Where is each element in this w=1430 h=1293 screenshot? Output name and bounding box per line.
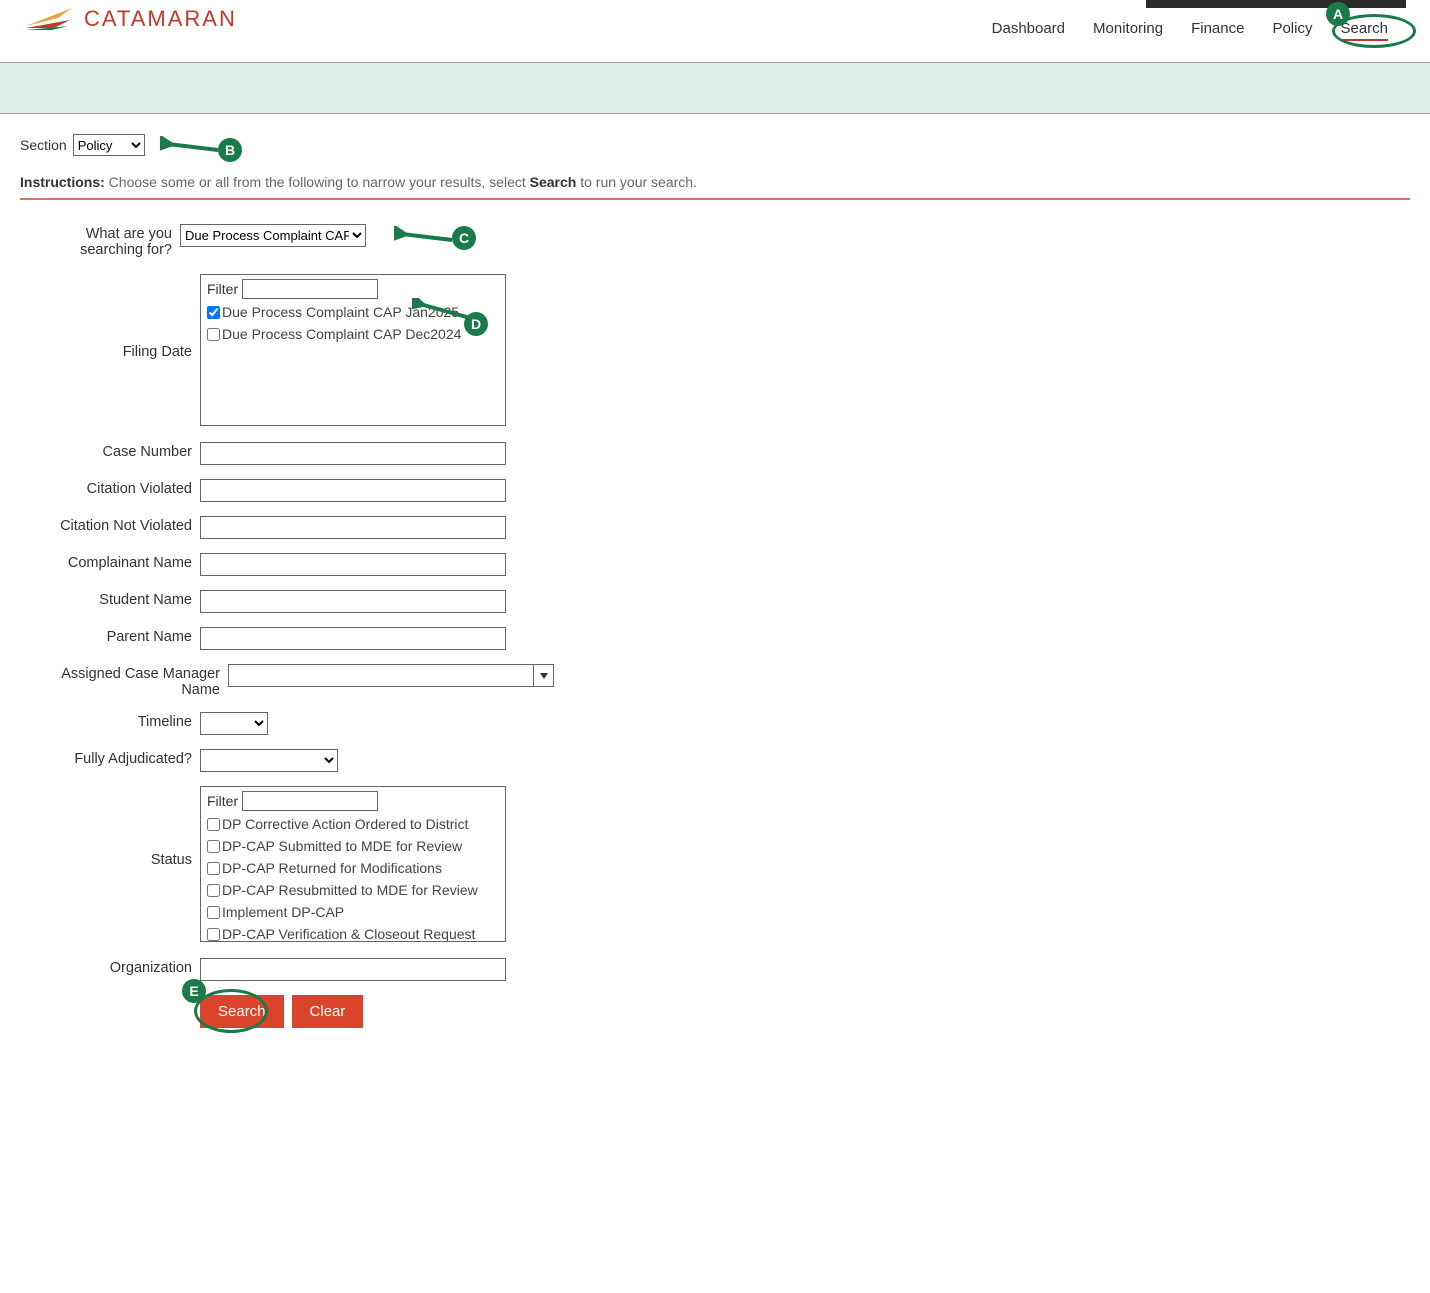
instructions-text-post: to run your search. (576, 174, 697, 190)
section-select[interactable]: Policy (73, 134, 145, 156)
status-option-4-label: Implement DP-CAP (222, 904, 344, 920)
instructions-label: Instructions: (20, 174, 105, 190)
nav-search[interactable]: Search (1340, 20, 1388, 41)
status-option-2-label: DP-CAP Returned for Modifications (222, 860, 442, 876)
status-filter-input[interactable] (242, 791, 378, 811)
status-checkbox-2[interactable] (207, 862, 220, 875)
content: Section Policy B Instructions: Choose so… (0, 114, 1430, 1068)
chevron-down-icon (540, 673, 548, 679)
row-student-name: Student Name (20, 590, 1410, 613)
complainant-name-input[interactable] (200, 553, 506, 576)
status-checkbox-3[interactable] (207, 884, 220, 897)
fully-adjudicated-select[interactable] (200, 749, 338, 772)
row-citation-not-violated: Citation Not Violated (20, 516, 1410, 539)
assigned-cm-input[interactable] (228, 664, 534, 687)
status-option-4[interactable]: Implement DP-CAP (207, 901, 499, 923)
citation-not-violated-input[interactable] (200, 516, 506, 539)
organization-label: Organization (20, 958, 200, 976)
status-option-3-label: DP-CAP Resubmitted to MDE for Review (222, 882, 478, 898)
nav-finance[interactable]: Finance (1191, 20, 1244, 41)
status-checkbox-0[interactable] (207, 818, 220, 831)
sub-header-band (0, 62, 1430, 114)
row-timeline: Timeline (20, 712, 1410, 735)
status-filter-label: Filter (207, 793, 238, 809)
annotation-c-arrow (394, 226, 460, 248)
timeline-select[interactable] (200, 712, 268, 735)
status-option-5-label: DP-CAP Verification & Closeout Request S… (207, 926, 475, 942)
instructions: Instructions: Choose some or all from th… (20, 174, 1410, 200)
filing-date-label: Filing Date (20, 274, 200, 360)
filing-date-option-0-label: Due Process Complaint CAP Jan2025 (222, 304, 459, 320)
brand-text: CATAMARAN (84, 6, 237, 32)
fully-adjudicated-label: Fully Adjudicated? (20, 749, 200, 767)
header: CATAMARAN Dashboard Monitoring Finance P… (0, 0, 1430, 62)
status-label: Status (20, 786, 200, 868)
filing-date-option-1-label: Due Process Complaint CAP Dec2024 (222, 326, 461, 342)
filing-date-option-0[interactable]: Due Process Complaint CAP Jan2025 (207, 301, 499, 323)
organization-input[interactable] (200, 958, 506, 981)
row-complainant-name: Complainant Name (20, 553, 1410, 576)
annotation-b-badge: B (218, 138, 242, 162)
filing-date-filter-input[interactable] (242, 279, 378, 299)
logo: CATAMARAN (24, 0, 237, 32)
row-organization: Organization (20, 958, 1410, 981)
student-name-label: Student Name (20, 590, 200, 608)
instructions-text-pre: Choose some or all from the following to… (105, 174, 530, 190)
case-number-input[interactable] (200, 442, 506, 465)
status-option-0-label: DP Corrective Action Ordered to District (222, 816, 468, 832)
parent-name-input[interactable] (200, 627, 506, 650)
form-table: What are you searching for? Due Process … (20, 224, 1410, 1028)
assigned-cm-label: Assigned Case Manager Name (20, 664, 228, 698)
filing-date-checkbox-1[interactable] (207, 328, 220, 341)
row-status: Status Filter DP Corrective Action Order… (20, 786, 1410, 942)
row-filing-date: Filing Date Filter Due Process Complaint… (20, 274, 1410, 426)
citation-not-violated-label: Citation Not Violated (20, 516, 200, 534)
annotation-c-badge: C (452, 226, 476, 250)
parent-name-label: Parent Name (20, 627, 200, 645)
student-name-input[interactable] (200, 590, 506, 613)
section-row: Section Policy B (20, 134, 1410, 156)
search-for-label: What are you searching for? (20, 224, 180, 258)
citation-violated-label: Citation Violated (20, 479, 200, 497)
status-checkbox-5[interactable] (207, 928, 220, 941)
case-number-label: Case Number (20, 442, 200, 460)
logo-mark-icon (24, 6, 76, 32)
nav-area: Dashboard Monitoring Finance Policy Sear… (992, 0, 1406, 41)
nav-links: Dashboard Monitoring Finance Policy Sear… (992, 20, 1406, 41)
complainant-name-label: Complainant Name (20, 553, 200, 571)
filing-date-option-1[interactable]: Due Process Complaint CAP Dec2024 (207, 323, 499, 345)
instructions-strong: Search (530, 174, 577, 190)
row-case-number: Case Number (20, 442, 1410, 465)
clear-button[interactable]: Clear (292, 995, 364, 1028)
status-option-5[interactable]: DP-CAP Verification & Closeout Request S… (207, 923, 499, 942)
row-assigned-cm: Assigned Case Manager Name (20, 664, 1410, 698)
status-option-0[interactable]: DP Corrective Action Ordered to District (207, 813, 499, 835)
nav-monitoring[interactable]: Monitoring (1093, 20, 1163, 41)
search-for-select[interactable]: Due Process Complaint CAP (180, 224, 366, 247)
status-option-2[interactable]: DP-CAP Returned for Modifications (207, 857, 499, 879)
filing-date-filter-label: Filter (207, 281, 238, 297)
status-option-1-label: DP-CAP Submitted to MDE for Review (222, 838, 462, 854)
section-label: Section (20, 137, 67, 153)
filing-date-listbox[interactable]: Filter Due Process Complaint CAP Jan2025… (200, 274, 506, 426)
citation-violated-input[interactable] (200, 479, 506, 502)
annotation-b-arrow (160, 136, 226, 158)
filing-date-checkbox-0[interactable] (207, 306, 220, 319)
nav-policy[interactable]: Policy (1272, 20, 1312, 41)
top-black-bar (1146, 0, 1406, 8)
row-search-for: What are you searching for? Due Process … (20, 224, 1410, 258)
row-fully-adjudicated: Fully Adjudicated? (20, 749, 1410, 772)
status-option-1[interactable]: DP-CAP Submitted to MDE for Review (207, 835, 499, 857)
search-button[interactable]: Search (200, 995, 284, 1028)
row-citation-violated: Citation Violated (20, 479, 1410, 502)
timeline-label: Timeline (20, 712, 200, 730)
status-checkbox-4[interactable] (207, 906, 220, 919)
assigned-cm-dropdown-button[interactable] (534, 664, 554, 687)
status-option-3[interactable]: DP-CAP Resubmitted to MDE for Review (207, 879, 499, 901)
status-checkbox-1[interactable] (207, 840, 220, 853)
nav-dashboard[interactable]: Dashboard (992, 20, 1065, 41)
row-parent-name: Parent Name (20, 627, 1410, 650)
button-row: Search Clear E (200, 995, 1410, 1028)
status-listbox[interactable]: Filter DP Corrective Action Ordered to D… (200, 786, 506, 942)
